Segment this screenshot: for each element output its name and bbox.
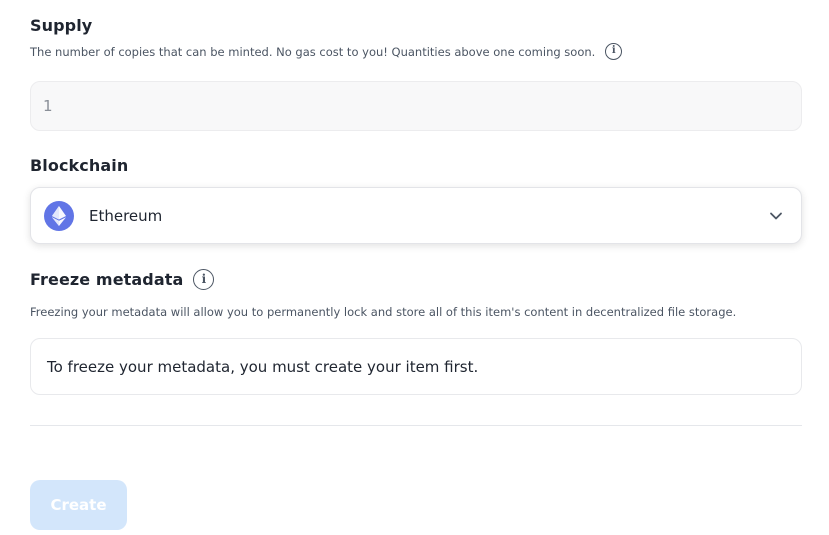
freeze-title-text: Freeze metadata [30,270,184,289]
supply-title: Supply [30,16,92,35]
supply-helper: The number of copies that can be minted.… [30,43,623,60]
supply-info-icon[interactable]: i [605,43,623,60]
divider [30,425,802,426]
freeze-notice-box: To freeze your metadata, you must create… [30,338,802,395]
freeze-helper-text: Freezing your metadata will allow you to… [30,305,737,319]
chevron-down-icon [770,212,782,220]
blockchain-title: Blockchain [30,156,128,175]
freeze-helper: Freezing your metadata will allow you to… [30,305,736,319]
create-item-form: Supply The number of copies that can be … [0,0,829,535]
blockchain-selected-label: Ethereum [89,206,163,225]
freeze-title: Freeze metadata i [30,269,215,290]
supply-helper-text: The number of copies that can be minted.… [30,44,596,59]
freeze-notice-text: To freeze your metadata, you must create… [47,357,479,376]
supply-title-text: Supply [30,16,93,35]
supply-input[interactable] [30,81,802,131]
ethereum-icon [44,200,74,231]
create-button[interactable]: Create [30,480,127,530]
blockchain-select[interactable]: Ethereum [30,187,802,244]
blockchain-title-text: Blockchain [30,156,129,175]
freeze-info-icon[interactable]: i [193,269,215,290]
